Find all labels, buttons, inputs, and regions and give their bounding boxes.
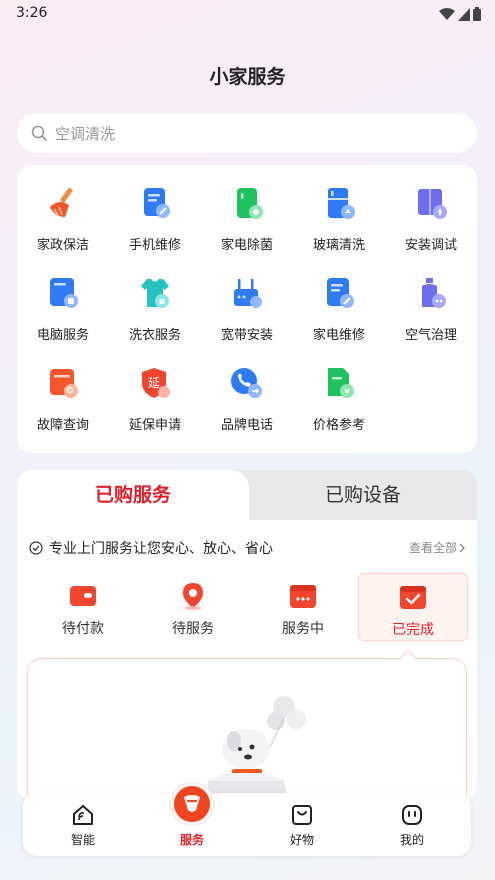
bottom-nav: 智能 服务 好物 我的 bbox=[23, 783, 471, 856]
order-empty-panel bbox=[27, 658, 467, 800]
status-label: 服务中 bbox=[282, 621, 324, 637]
service-fab[interactable] bbox=[171, 783, 213, 825]
battery-icon bbox=[473, 7, 481, 21]
service-item-fault-query[interactable]: 故障查询 bbox=[17, 365, 109, 445]
service-label: 品牌电话 bbox=[220, 418, 273, 433]
status-label: 已完成 bbox=[392, 622, 434, 638]
service-label: 手机维修 bbox=[128, 238, 181, 253]
service-item-install[interactable]: 安装调试 bbox=[385, 185, 477, 265]
nav-item-goods[interactable]: 好物 bbox=[262, 803, 342, 848]
check-circle-icon bbox=[29, 541, 43, 555]
nav-label: 好物 bbox=[289, 833, 314, 847]
service-label: 家政保洁 bbox=[36, 238, 89, 253]
broom-icon bbox=[45, 185, 81, 221]
smart-home-icon bbox=[71, 803, 95, 827]
svg-text:延: 延 bbox=[148, 376, 160, 390]
nav-label: 我的 bbox=[399, 833, 424, 847]
shopping-icon bbox=[290, 803, 314, 827]
nav-item-mine[interactable]: 我的 bbox=[372, 803, 452, 848]
mascot-illustration bbox=[206, 696, 306, 800]
service-label: 电脑服务 bbox=[36, 328, 89, 343]
service-item-cleaning[interactable]: 家政保洁 bbox=[17, 185, 109, 265]
service-label: 宽带安装 bbox=[220, 328, 273, 343]
service-item-brand-phone[interactable]: 品牌电话 bbox=[201, 365, 293, 445]
appliance-sterilize-icon bbox=[229, 185, 265, 221]
nav-label: 智能 bbox=[70, 833, 95, 847]
service-fab-icon bbox=[184, 795, 200, 812]
install-icon bbox=[413, 185, 449, 221]
purchased-tabbar: 已购服务 已购设备 bbox=[17, 470, 477, 520]
service-label: 安装调试 bbox=[404, 238, 457, 253]
status-pending-payment[interactable]: 待付款 bbox=[28, 573, 138, 641]
service-item-computer[interactable]: 电脑服务 bbox=[17, 275, 109, 355]
status-label: 待服务 bbox=[172, 621, 214, 637]
status-label: 待付款 bbox=[62, 621, 104, 637]
service-item-phone-repair[interactable]: 手机维修 bbox=[109, 185, 201, 265]
glass-clean-icon bbox=[321, 185, 357, 221]
wallet-icon bbox=[69, 582, 97, 610]
service-item-glass-clean[interactable]: 玻璃清洗 bbox=[293, 185, 385, 265]
status-in-service[interactable]: 服务中 bbox=[248, 573, 358, 641]
tab-purchased-devices[interactable]: 已购设备 bbox=[249, 470, 477, 520]
warranty-icon: 延 bbox=[137, 365, 173, 401]
nav-item-smart[interactable]: 智能 bbox=[43, 803, 123, 848]
nav-label: 服务 bbox=[179, 833, 204, 847]
purchased-panel: 已购服务 已购设备 专业上门服务让您安心、放心、省心 查看全部 待付款 待服务 … bbox=[17, 470, 477, 800]
chevron-right-icon bbox=[459, 543, 465, 552]
brand-phone-icon bbox=[229, 365, 265, 401]
view-all-link[interactable]: 查看全部 bbox=[409, 539, 467, 556]
service-label: 延保申请 bbox=[128, 418, 181, 433]
status-time: 3:26 bbox=[16, 5, 48, 21]
service-item-appliance-repair[interactable]: 家电维修 bbox=[293, 275, 385, 355]
service-label: 家电除菌 bbox=[220, 238, 273, 253]
service-item-air[interactable]: 空气治理 bbox=[385, 275, 477, 355]
service-item-laundry[interactable]: 洗衣服务 bbox=[109, 275, 201, 355]
fault-query-icon bbox=[45, 365, 81, 401]
services-grid: 家政保洁 手机维修 家电除菌 玻璃清洗 安装调试 电脑服务 洗衣服务 宽带安装 … bbox=[17, 165, 477, 453]
in-progress-icon bbox=[289, 582, 317, 610]
status-pending-service[interactable]: 待服务 bbox=[138, 573, 248, 641]
service-item-price[interactable]: 价格参考 bbox=[293, 365, 385, 445]
search-placeholder: 空调清洗 bbox=[55, 124, 116, 143]
laundry-icon bbox=[137, 275, 173, 311]
appliance-repair-icon bbox=[321, 275, 357, 311]
air-spray-icon bbox=[413, 275, 449, 311]
service-label: 洗衣服务 bbox=[128, 328, 181, 343]
service-item-broadband[interactable]: 宽带安装 bbox=[201, 275, 293, 355]
service-item-warranty[interactable]: 延 延保申请 bbox=[109, 365, 201, 445]
status-bar: 3:26 bbox=[0, 0, 495, 28]
price-reference-icon bbox=[321, 365, 357, 401]
signal-icon bbox=[458, 7, 470, 21]
status-completed[interactable]: 已完成 bbox=[358, 573, 468, 641]
completed-icon bbox=[399, 583, 427, 611]
location-pin-icon bbox=[179, 582, 207, 610]
wifi-icon bbox=[439, 7, 455, 20]
tab-purchased-services[interactable]: 已购服务 bbox=[17, 470, 249, 520]
phone-repair-icon bbox=[137, 185, 173, 221]
search-input[interactable]: 空调清洗 bbox=[17, 113, 477, 153]
service-item-sterilize[interactable]: 家电除菌 bbox=[201, 185, 293, 265]
service-label: 空气治理 bbox=[404, 328, 457, 343]
service-promise: 专业上门服务让您安心、放心、省心 bbox=[29, 538, 273, 558]
router-icon bbox=[229, 275, 265, 311]
service-label: 玻璃清洗 bbox=[312, 238, 365, 253]
service-label: 家电维修 bbox=[312, 328, 365, 343]
profile-icon bbox=[400, 803, 424, 827]
view-all-label: 查看全部 bbox=[408, 541, 457, 555]
promise-text: 专业上门服务让您安心、放心、省心 bbox=[49, 541, 273, 557]
status-icons bbox=[439, 7, 481, 21]
service-label: 故障查询 bbox=[36, 418, 89, 433]
search-icon bbox=[31, 125, 47, 141]
service-label: 价格参考 bbox=[312, 418, 365, 433]
page-title: 小家服务 bbox=[209, 66, 286, 88]
computer-icon bbox=[45, 275, 81, 311]
